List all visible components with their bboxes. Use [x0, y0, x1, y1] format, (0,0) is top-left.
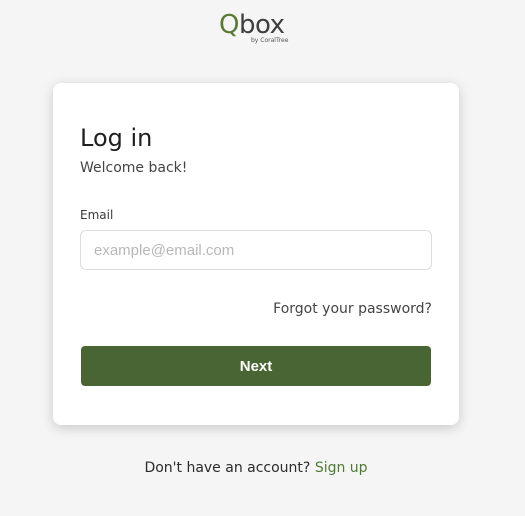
welcome-subtitle: Welcome back!: [80, 160, 188, 176]
logo-tagline: by CoralTree: [251, 37, 289, 44]
signup-prompt-text: Don't have an account?: [144, 460, 311, 476]
qbox-logo: Qbox by CoralTree: [219, 9, 299, 49]
email-field[interactable]: [80, 230, 432, 270]
signup-link[interactable]: Sign up: [315, 460, 368, 476]
signup-prompt: Don't have an account? Sign up: [0, 460, 512, 476]
login-card: Log in Welcome back! Email Forgot your p…: [53, 83, 459, 425]
next-button[interactable]: Next: [81, 346, 431, 386]
page-title: Log in: [80, 124, 153, 152]
logo-q-letter: Q: [219, 10, 239, 40]
logo-rest: box: [238, 10, 285, 40]
email-label: Email: [80, 208, 114, 222]
forgot-password-link[interactable]: Forgot your password?: [273, 301, 432, 317]
